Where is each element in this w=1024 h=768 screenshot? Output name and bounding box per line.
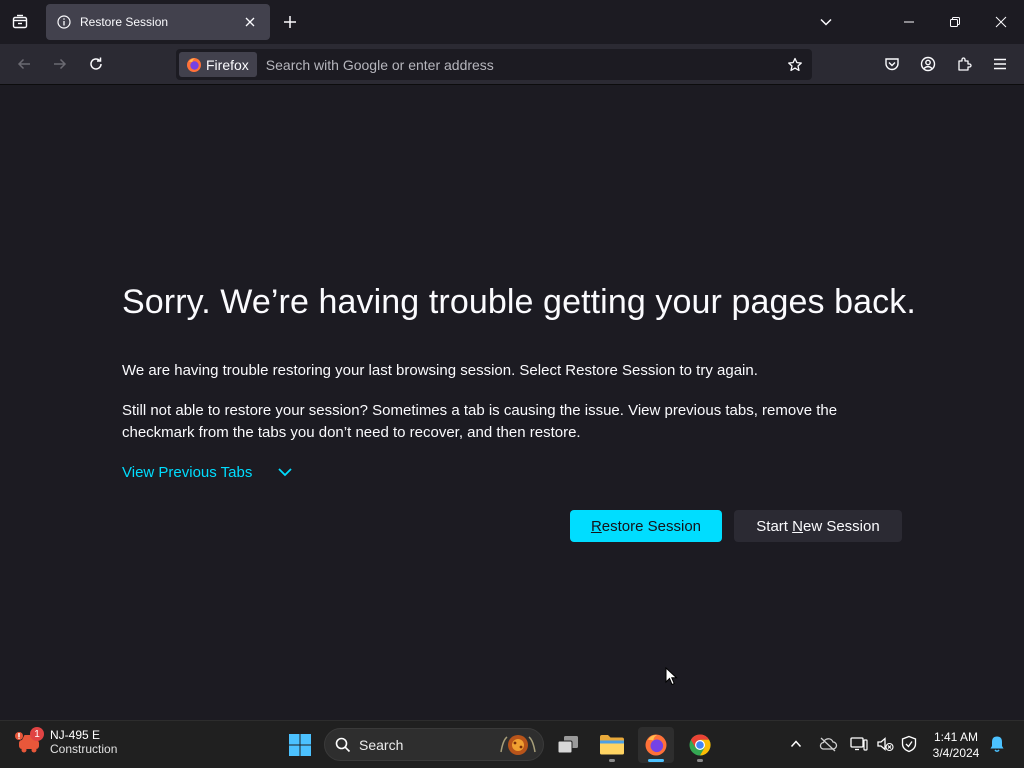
taskbar-file-explorer[interactable] — [594, 727, 630, 763]
clock-time: 1:41 AM — [933, 730, 979, 744]
clock[interactable]: 1:41 AM 3/4/2024 — [924, 729, 988, 761]
bell-icon — [990, 736, 1004, 752]
new-session-access-key: N — [792, 517, 803, 535]
restore-window-button[interactable] — [933, 6, 977, 38]
account-button[interactable] — [916, 52, 940, 76]
weather-title: NJ-495 E — [50, 728, 101, 742]
shield-alert-icon — [901, 735, 917, 753]
new-session-label-end: ew Session — [802, 517, 880, 535]
folder-icon — [600, 735, 624, 755]
reload-button[interactable] — [84, 52, 108, 76]
search-label: Search — [359, 736, 404, 753]
running-indicator — [648, 759, 664, 762]
search-highlight-icon — [495, 731, 543, 759]
minimize-icon — [904, 21, 914, 23]
new-tab-button[interactable] — [279, 11, 301, 33]
forward-arrow-icon — [54, 58, 67, 70]
notifications-button[interactable] — [986, 733, 1008, 755]
task-view-button[interactable] — [550, 727, 586, 763]
info-icon — [56, 14, 72, 30]
taskbar: 1 NJ-495 E Construction Search 1:41 AM 3… — [0, 720, 1024, 768]
bookmark-page-button[interactable] — [781, 51, 809, 79]
hamburger-menu-icon — [994, 58, 1006, 70]
firefox-icon — [645, 734, 667, 756]
extensions-icon — [958, 57, 972, 71]
minimize-button[interactable] — [887, 6, 931, 38]
task-view-icon — [557, 736, 578, 754]
tab-list-icon — [12, 14, 28, 29]
weather-widget[interactable]: 1 NJ-495 E Construction — [14, 727, 117, 757]
url-bar[interactable]: Firefox Search with Google or enter addr… — [176, 49, 812, 80]
close-icon — [245, 17, 255, 27]
new-session-label-start: Start — [756, 517, 793, 535]
tab-restore-session[interactable]: Restore Session — [46, 4, 270, 40]
pocket-icon — [885, 58, 899, 71]
tab-close-button[interactable] — [240, 12, 260, 32]
help-paragraph: Still not able to restore your session? … — [122, 402, 838, 441]
taskbar-chrome[interactable] — [682, 727, 718, 763]
notification-badge: 1 — [30, 727, 44, 741]
running-indicator — [697, 759, 703, 762]
account-icon — [920, 56, 936, 72]
clock-date: 3/4/2024 — [932, 746, 980, 760]
volume-muted-icon — [877, 737, 894, 752]
cloud-off-icon — [819, 737, 838, 752]
weather-subtitle: Construction — [50, 742, 118, 756]
chevron-up-icon — [790, 740, 802, 748]
volume-tray-button[interactable] — [874, 733, 896, 755]
view-previous-tabs-toggle[interactable]: View Previous Tabs — [122, 463, 294, 481]
page-title: Sorry. We’re having trouble getting your… — [122, 283, 916, 321]
firefox-logo-icon — [187, 57, 201, 72]
restore-session-button[interactable]: Restore Session — [570, 510, 722, 542]
mouse-cursor-icon — [665, 667, 678, 686]
restore-button-label: estore Session — [601, 517, 702, 535]
windows-logo-icon — [289, 734, 311, 756]
running-indicator — [609, 759, 615, 762]
identity-box[interactable]: Firefox — [179, 52, 257, 77]
start-new-session-button[interactable]: Start New Session — [734, 510, 902, 542]
close-window-icon — [995, 16, 1007, 28]
star-icon — [788, 57, 802, 71]
extensions-button[interactable] — [952, 52, 976, 76]
chrome-icon — [689, 734, 711, 756]
back-arrow-icon — [17, 58, 30, 70]
chevron-down-icon — [820, 18, 832, 26]
reload-icon — [90, 57, 102, 70]
forward-button[interactable] — [48, 52, 72, 76]
network-tray-button[interactable] — [848, 733, 870, 755]
start-button[interactable] — [284, 729, 316, 761]
search-icon — [335, 737, 351, 752]
taskbar-search[interactable]: Search — [324, 728, 544, 761]
close-window-button[interactable] — [979, 6, 1023, 38]
url-input[interactable]: Search with Google or enter address — [266, 57, 781, 73]
tab-list-button[interactable] — [8, 10, 32, 34]
identity-label: Firefox — [206, 56, 249, 73]
onedrive-tray-button[interactable] — [817, 733, 839, 755]
restore-access-key: R — [590, 517, 602, 535]
pocket-button[interactable] — [880, 52, 904, 76]
back-button[interactable] — [12, 52, 36, 76]
taskbar-firefox[interactable] — [638, 727, 674, 763]
plus-icon — [284, 16, 296, 28]
navigation-toolbar: Firefox Search with Google or enter addr… — [0, 44, 1024, 85]
tab-title: Restore Session — [80, 15, 169, 29]
view-previous-tabs-label: View Previous Tabs — [122, 463, 253, 481]
app-menu-button[interactable] — [988, 52, 1012, 76]
network-icon — [850, 737, 868, 751]
page-content: Sorry. We’re having trouble getting your… — [0, 85, 1024, 720]
list-all-tabs-button[interactable] — [814, 10, 838, 34]
show-hidden-icons-button[interactable] — [785, 733, 807, 755]
security-tray-button[interactable] — [898, 733, 920, 755]
tab-strip: Restore Session — [0, 0, 1024, 44]
chevron-down-icon — [276, 463, 294, 481]
restore-window-icon — [950, 17, 960, 27]
description-paragraph: We are having trouble restoring your las… — [122, 362, 758, 379]
traffic-alert-icon: 1 — [14, 727, 44, 757]
